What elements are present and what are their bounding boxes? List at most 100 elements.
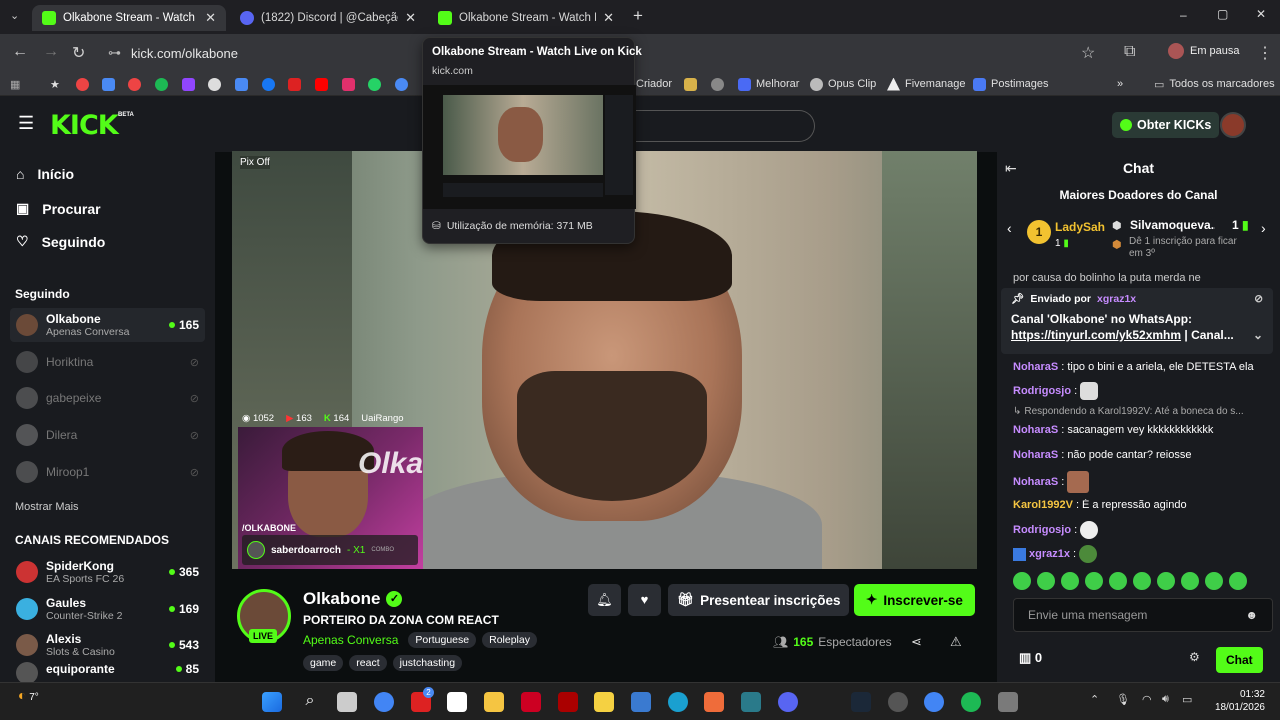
nav-browse[interactable]: ▣ Procurar (16, 200, 101, 217)
tag-react[interactable]: react (349, 655, 387, 671)
chrome-icon[interactable] (374, 692, 394, 712)
gift-subs-button[interactable]: 🎁︎ Presentear inscrições (668, 584, 850, 616)
follow-heart-icon[interactable]: ♥ (628, 584, 661, 616)
app-icon[interactable] (521, 692, 541, 712)
settings-gear-icon[interactable] (998, 692, 1018, 712)
tag-game[interactable]: game (303, 655, 344, 671)
notification-bell-icon[interactable]: 🔔︎ (588, 584, 621, 616)
kicks-balance[interactable]: ▥ 0 (1019, 650, 1042, 666)
nav-following[interactable]: ♡ Seguindo (16, 233, 105, 250)
user-avatar[interactable] (1220, 112, 1246, 138)
explorer-icon[interactable] (484, 692, 504, 712)
battery-icon[interactable]: ▭ (1182, 693, 1192, 706)
recommended-channel[interactable]: Gaules Counter-Strike 2 169 (10, 592, 205, 626)
subscribe-button[interactable]: ✦ Inscrever-se (854, 584, 975, 616)
new-tab-icon[interactable]: + (633, 6, 643, 26)
apps-icon[interactable]: ▦ (10, 76, 20, 92)
tab-kick-active[interactable]: Olkabone Stream - Watch Live on Kick ✕ (32, 5, 226, 31)
instagram-bookmark-icon[interactable] (342, 76, 355, 92)
hide-pin-icon[interactable]: ⊘ (1254, 293, 1263, 305)
star-bookmark-icon[interactable]: ★ (50, 76, 60, 92)
close-tab-icon[interactable]: ✕ (603, 10, 614, 26)
emote-icon[interactable] (1157, 572, 1175, 590)
emote-icon[interactable] (1013, 572, 1031, 590)
send-chat-button[interactable]: Chat (1216, 647, 1263, 673)
site-info-icon[interactable]: ⊶ (108, 45, 121, 61)
streamer-name[interactable]: Olkabone ✓ (303, 589, 403, 609)
roleplay-tag[interactable]: Roleplay (482, 632, 537, 648)
minimize-icon[interactable]: – (1180, 8, 1187, 22)
get-kicks-button[interactable]: Obter KICKs (1112, 112, 1220, 138)
defender-icon[interactable] (631, 692, 651, 712)
bookmark-icon[interactable] (102, 76, 115, 92)
volume-icon[interactable]: 🔊︎ (1162, 693, 1169, 706)
chevron-right-icon[interactable]: › (1261, 220, 1266, 236)
bookmark-icon[interactable] (395, 76, 408, 92)
chat-settings-gear-icon[interactable]: ⚙ (1189, 650, 1200, 664)
donor-name[interactable]: LadySah (1055, 220, 1105, 234)
report-icon[interactable]: ⚠ (950, 634, 962, 650)
spotify-icon[interactable] (961, 692, 981, 712)
donor-name[interactable]: Silvamoqueva... (1130, 218, 1215, 232)
bookmark-icon[interactable] (684, 76, 697, 92)
store-icon[interactable] (447, 692, 467, 712)
steam-icon[interactable] (851, 692, 871, 712)
emote-icon[interactable] (1181, 572, 1199, 590)
twitch-bookmark-icon[interactable] (182, 76, 195, 92)
following-channel-olkabone[interactable]: Olkabone Apenas Conversa 165 (10, 308, 205, 342)
chrome-active-icon[interactable] (924, 692, 944, 712)
back-icon[interactable]: ← (12, 43, 28, 61)
tab-kick-2[interactable]: Olkabone Stream - Watch Live on Kick ✕ (428, 5, 624, 31)
close-window-icon[interactable]: ✕ (1256, 7, 1266, 21)
maximize-icon[interactable]: ▢ (1217, 7, 1228, 21)
close-tab-icon[interactable]: ✕ (405, 10, 416, 26)
system-clock[interactable]: 01:32 18/01/2026 (1200, 688, 1265, 714)
all-bookmarks-folder[interactable]: ▭ Todos os marcadores (1154, 76, 1275, 92)
profile-button[interactable]: Em pausa (1168, 43, 1240, 59)
bookmark-criador[interactable]: Criador (636, 76, 672, 92)
recommended-channel[interactable]: SpiderKong EA Sports FC 26 365 (10, 555, 205, 589)
bookmark-star-icon[interactable]: ☆ (1081, 43, 1095, 63)
chat-message-input[interactable]: Envie uma mensagem ☻ (1013, 598, 1273, 632)
forward-icon[interactable]: → (43, 43, 59, 61)
tab-list-icon[interactable]: ⌄ (10, 9, 19, 22)
emote-icon[interactable] (1085, 572, 1103, 590)
following-channel-miroop1[interactable]: Miroop1 ⊘ (10, 455, 205, 489)
category-link[interactable]: Apenas Conversa (303, 633, 398, 647)
hamburger-menu-icon[interactable]: ☰ (18, 113, 34, 134)
emote-icon[interactable] (1037, 572, 1055, 590)
emote-icon[interactable] (1229, 572, 1247, 590)
edge-icon[interactable] (668, 692, 688, 712)
more-bookmarks-icon[interactable]: » (1117, 76, 1123, 92)
youtube-bookmark-icon[interactable] (315, 76, 328, 92)
extensions-icon[interactable]: ⧉ (1124, 43, 1135, 61)
menu-dots-icon[interactable]: ⋮ (1257, 43, 1273, 63)
expand-icon[interactable]: ⌄ (1253, 327, 1263, 343)
emote-icon[interactable] (1205, 572, 1223, 590)
search-icon[interactable]: ⌕ (300, 692, 320, 712)
emoji-picker-icon[interactable]: ☻ (1245, 608, 1258, 622)
facebook-bookmark-icon[interactable] (262, 76, 275, 92)
bookmark-icon[interactable] (288, 76, 301, 92)
emote-icon[interactable] (1109, 572, 1127, 590)
tray-chevron-icon[interactable]: ⌃ (1090, 693, 1099, 706)
emote-icon[interactable] (1133, 572, 1151, 590)
nav-home[interactable]: ⌂ Início (16, 166, 74, 182)
bookmark-icon[interactable] (711, 76, 724, 92)
discord-icon[interactable] (778, 692, 798, 712)
following-channel-dilera[interactable]: Dilera ⊘ (10, 418, 205, 452)
language-tag[interactable]: Portuguese (408, 632, 477, 648)
bookmark-opus-clip[interactable]: Opus Clip (810, 76, 876, 92)
show-more-link[interactable]: Mostrar Mais (15, 501, 79, 513)
following-channel-horiktina[interactable]: Horiktina ⊘ (10, 345, 205, 379)
kick-logo[interactable]: KICK (50, 110, 119, 141)
weather-widget[interactable]: ◐ 7° (18, 687, 39, 703)
recommended-channel[interactable]: equiporante 85 (10, 662, 205, 682)
share-icon[interactable]: ⋖ (911, 634, 922, 650)
app-icon[interactable] (888, 692, 908, 712)
close-tab-icon[interactable]: ✕ (205, 10, 216, 26)
bookmark-postimages[interactable]: Postimages (973, 76, 1048, 92)
app-icon[interactable] (558, 692, 578, 712)
spotify-bookmark-icon[interactable] (155, 76, 168, 92)
tab-discord[interactable]: (1822) Discord | @Cabeção22Bot ✕ (230, 5, 426, 31)
